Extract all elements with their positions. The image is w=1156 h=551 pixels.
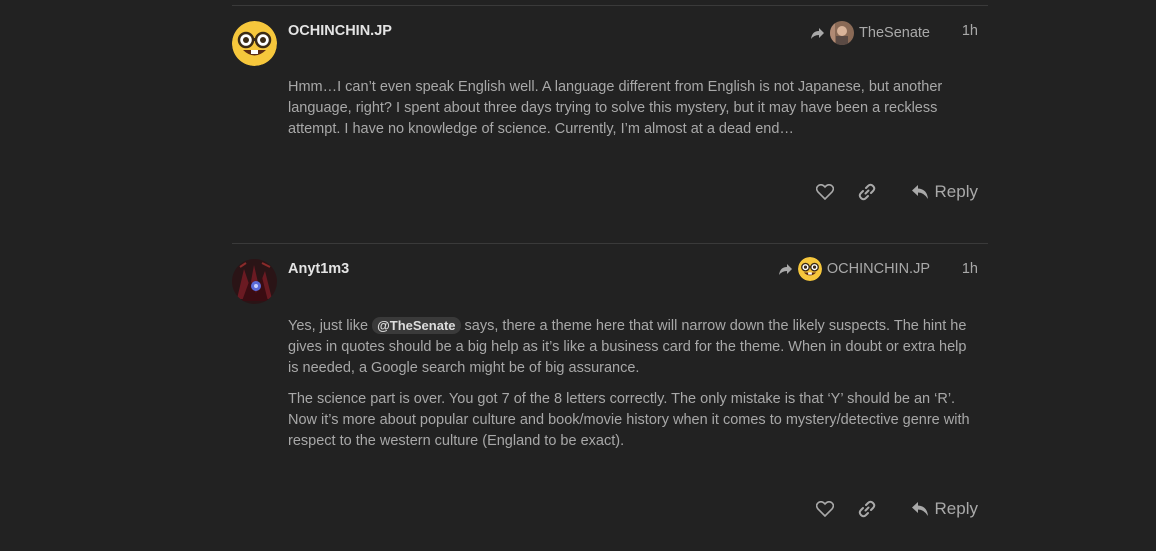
post-actions: Reply (811, 182, 978, 202)
user-mention[interactable]: @TheSenate (372, 317, 461, 334)
reply-label: Reply (934, 182, 978, 201)
reply-icon (911, 502, 928, 516)
post-time[interactable]: 1h (962, 23, 978, 39)
paragraph-text: Yes, just like (288, 318, 373, 334)
reply-to-link[interactable]: OCHINCHIN.JP (778, 257, 930, 281)
link-icon (858, 500, 875, 518)
user-photo-icon (830, 21, 855, 45)
post-time[interactable]: 1h (962, 261, 978, 277)
heart-icon (815, 501, 834, 517)
nerd-face-icon (797, 257, 822, 281)
reply-icon (911, 185, 928, 199)
copy-link-button[interactable] (853, 500, 881, 518)
nerd-face-icon (232, 21, 277, 66)
post-actions: Reply (811, 499, 978, 519)
post-1: OCHINCHIN.JP TheSenate 1h Hmm…I can’t ev… (232, 5, 988, 243)
username[interactable]: Anyt1m3 (288, 261, 349, 277)
copy-link-button[interactable] (853, 183, 881, 201)
reply-to-link[interactable]: TheSenate (810, 21, 930, 45)
reply-to-username: TheSenate (859, 25, 930, 41)
like-button[interactable] (811, 501, 839, 517)
reply-to-avatar (797, 257, 822, 281)
link-icon (858, 183, 875, 201)
reply-button[interactable]: Reply (911, 182, 978, 202)
reply-label: Reply (934, 499, 978, 518)
reply-button[interactable]: Reply (911, 499, 978, 519)
post-paragraph: Hmm…I can’t even speak English well. A l… (288, 79, 943, 137)
post-2: Anyt1m3 OCHINCHIN.JP 1h Yes, just like @… (232, 243, 988, 551)
reply-to-avatar (830, 21, 855, 45)
avatar[interactable] (232, 259, 277, 304)
share-arrow-icon (778, 263, 792, 275)
post-body: Hmm…I can’t even speak English well. A l… (288, 77, 978, 150)
avatar[interactable] (232, 21, 277, 66)
post-body: Yes, just like @TheSenate says, there a … (288, 315, 978, 462)
post-paragraph: The science part is over. You got 7 of t… (288, 391, 970, 449)
heart-icon (815, 184, 834, 200)
dark-artwork-avatar-icon (232, 259, 277, 304)
share-arrow-icon (811, 27, 825, 39)
like-button[interactable] (811, 184, 839, 200)
post-paragraph: Yes, just like @TheSenate says, there a … (288, 315, 978, 379)
username[interactable]: OCHINCHIN.JP (288, 23, 392, 39)
reply-to-username: OCHINCHIN.JP (826, 261, 930, 277)
